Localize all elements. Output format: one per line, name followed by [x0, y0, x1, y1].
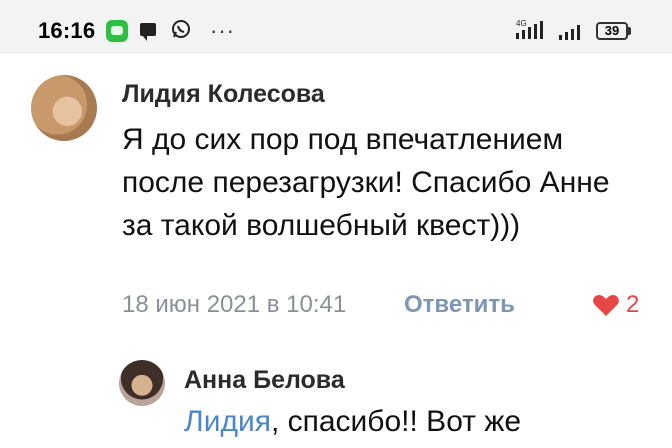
avatar[interactable]	[31, 75, 97, 141]
comment-text: Я до сих пор под впечатлением после пере…	[122, 123, 610, 242]
reply-text-rest: , спасибо!! Вот же	[270, 405, 522, 438]
network-type-label: 4G	[516, 19, 527, 28]
battery-tip	[628, 27, 631, 35]
overflow-icon: ···	[210, 18, 235, 43]
like-count: 2	[626, 291, 640, 318]
whatsapp-icon	[172, 20, 190, 38]
battery-icon: 39	[596, 22, 628, 40]
reply-text: Лидия, спасибо!! Вот же	[184, 400, 654, 443]
comment-author[interactable]: Лидия Колесова	[122, 80, 325, 109]
avatar[interactable]	[119, 360, 165, 406]
signal-icon: 4G	[516, 19, 543, 39]
app-icon	[106, 20, 128, 42]
comment-date: 18 июн 2021 в 10:41	[122, 291, 347, 318]
message-icon	[140, 23, 156, 41]
reply-author[interactable]: Анна Белова	[184, 366, 345, 395]
status-time: 16:16	[38, 18, 96, 43]
status-bar: 16:16 ··· 4G 39	[0, 0, 672, 53]
signal-icon	[559, 25, 580, 40]
mention-link[interactable]: Лидия	[184, 405, 271, 438]
heart-icon[interactable]	[592, 294, 620, 318]
reply-button[interactable]: Ответить	[404, 291, 515, 319]
